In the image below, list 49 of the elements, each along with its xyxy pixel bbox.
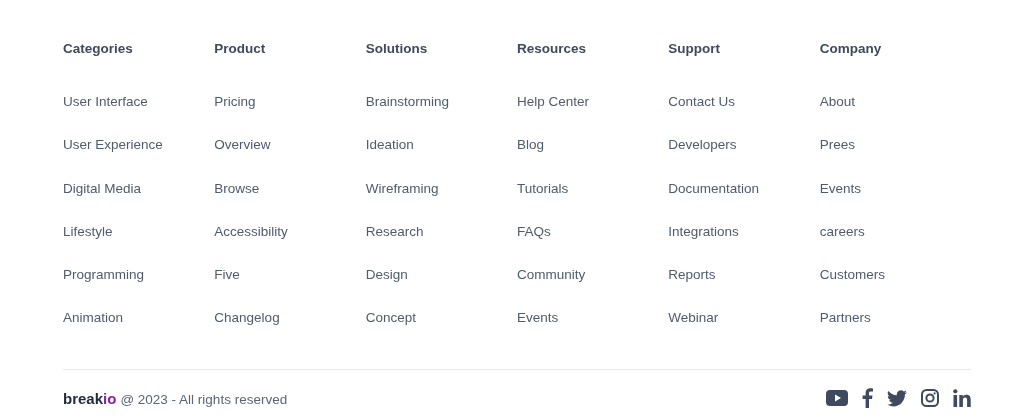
footer-link[interactable]: Webinar — [668, 310, 719, 326]
footer-link[interactable]: Documentation — [668, 180, 760, 196]
copyright-text: @ 2023 - All rights reserved — [120, 392, 288, 407]
footer-link[interactable]: Five — [214, 267, 240, 283]
footer-link[interactable]: Overview — [214, 137, 271, 153]
twitter-icon[interactable] — [887, 390, 907, 407]
footer-link[interactable]: User Interface — [63, 94, 148, 109]
footer-link[interactable]: Events — [819, 180, 861, 196]
footer-link[interactable]: Animation — [63, 310, 124, 326]
footer-link[interactable]: Developers — [668, 137, 737, 153]
footer-link[interactable]: Tutorials — [517, 180, 569, 196]
column-heading: Company — [819, 40, 882, 58]
footer-link[interactable]: Blog — [517, 137, 544, 153]
footer-link[interactable]: Integrations — [668, 223, 739, 239]
footer-link[interactable]: Brainstorming — [365, 94, 449, 109]
footer-link[interactable]: Reports — [668, 267, 716, 283]
footer-link[interactable]: Research — [365, 223, 424, 239]
footer-link[interactable]: Changelog — [214, 310, 280, 326]
footer-link[interactable]: Events — [517, 310, 559, 326]
footer-link[interactable]: Help Center — [517, 94, 590, 109]
footer-link[interactable]: Community — [517, 267, 586, 283]
footer-link[interactable]: careers — [819, 223, 865, 239]
footer-link[interactable]: Wireframing — [365, 180, 439, 196]
footer-link[interactable]: Customers — [819, 267, 885, 283]
youtube-icon[interactable] — [826, 390, 848, 407]
column-heading: Resources — [517, 40, 587, 58]
column-heading: Product — [214, 40, 266, 58]
instagram-icon[interactable] — [921, 389, 939, 408]
footer-link[interactable]: User Experience — [63, 137, 163, 153]
footer-link[interactable]: Prees — [819, 137, 855, 153]
footer-link[interactable]: Digital Media — [63, 180, 142, 196]
footer-link[interactable]: Browse — [214, 180, 260, 196]
linkedin-icon[interactable] — [953, 389, 971, 408]
footer-link[interactable]: Accessibility — [214, 223, 288, 239]
logo: breakio — [63, 390, 117, 407]
column-heading: Support — [668, 40, 721, 58]
footer-link[interactable]: FAQs — [517, 223, 551, 239]
footer-link[interactable]: Partners — [819, 310, 871, 326]
footer-link[interactable]: Concept — [365, 310, 416, 326]
footer-link[interactable]: Lifestyle — [63, 223, 113, 239]
facebook-icon[interactable] — [862, 388, 873, 409]
column-heading: Solutions — [365, 40, 428, 58]
footer-link[interactable]: Design — [365, 267, 408, 283]
footer-link[interactable]: Contact Us — [668, 94, 736, 109]
column-heading: Categories — [63, 40, 133, 58]
footer-link[interactable]: About — [819, 94, 855, 109]
footer-link[interactable]: Pricing — [214, 94, 256, 109]
footer-link[interactable]: Programming — [63, 267, 145, 283]
footer-link[interactable]: Ideation — [365, 137, 414, 153]
